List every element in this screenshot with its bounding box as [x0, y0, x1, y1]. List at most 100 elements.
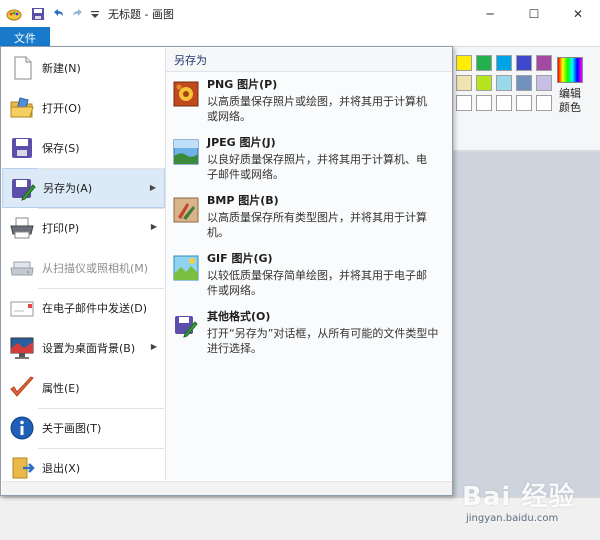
save-as-png[interactable]: PNG 图片(P) 以高质量保存照片或绘图，并将其用于计算机 或网络。 — [166, 72, 452, 130]
menu-item-save[interactable]: 保存(S) — [2, 128, 165, 168]
menu-separator — [38, 408, 164, 409]
color-palette — [456, 55, 552, 111]
menu-item-label: 打开(O) — [42, 102, 82, 115]
file-menu: 新建(N) 打开(O) 保存(S) 另存为(A) ▶ 打印(P) ▶ 从扫描仪或… — [0, 46, 453, 496]
color-swatch[interactable] — [456, 95, 472, 111]
window-controls: ─ ☐ ✕ — [468, 0, 600, 27]
menu-item-properties[interactable]: 属性(E) — [2, 368, 165, 408]
edit-colors-button[interactable]: 编辑颜色 — [556, 57, 584, 115]
color-swatch[interactable] — [496, 95, 512, 111]
save-as-gif[interactable]: GIF 图片(G) 以较低质量保存简单绘图，并将其用于电子邮 件或网络。 — [166, 246, 452, 304]
save-icon[interactable] — [30, 6, 46, 22]
baidu-jingyan-watermark: Bai 经验 jingyan.baidu.com — [462, 476, 597, 536]
color-swatch[interactable] — [516, 55, 532, 71]
redo-icon[interactable] — [70, 6, 86, 22]
option-description: 以高质量保存所有类型图片，并将其用于计算 机。 — [207, 211, 427, 239]
submenu-header: 另存为 — [166, 48, 452, 72]
desktop-background-icon — [10, 337, 34, 359]
submenu-arrow-icon: ▶ — [150, 342, 157, 351]
menu-item-label: 退出(X) — [42, 462, 81, 475]
watermark-logo: Bai 经验 — [462, 482, 576, 512]
ribbon-tabs — [0, 27, 600, 47]
menu-item-new[interactable]: 新建(N) — [2, 48, 165, 88]
bmp-image-icon — [173, 197, 199, 223]
save-as-submenu: 另存为 PNG 图片(P) 以高质量保存照片或绘图，并将其用于计算机 或网络。 … — [166, 48, 452, 480]
color-swatch[interactable] — [476, 75, 492, 91]
menu-item-label: 打印(P) — [42, 222, 80, 235]
save-disk-icon — [12, 138, 32, 158]
menu-footer — [2, 481, 452, 495]
maximize-button[interactable]: ☐ — [512, 0, 556, 27]
menu-item-set-desktop-background[interactable]: 设置为桌面背景(B) ▶ — [2, 328, 165, 368]
email-icon — [10, 301, 34, 317]
color-swatch[interactable] — [536, 55, 552, 71]
menu-item-send-email[interactable]: 在电子邮件中发送(D) — [2, 288, 165, 328]
color-swatch[interactable] — [536, 95, 552, 111]
menu-item-from-scanner[interactable]: 从扫描仪或照相机(M) — [2, 248, 165, 288]
close-button[interactable]: ✕ — [556, 0, 600, 27]
color-swatch[interactable] — [456, 55, 472, 71]
menu-separator — [38, 168, 164, 169]
option-title: BMP 图片(B) — [207, 194, 279, 207]
watermark-url: jingyan.baidu.com — [466, 513, 559, 524]
option-title: PNG 图片(P) — [207, 78, 278, 91]
png-image-icon — [173, 81, 199, 107]
open-folder-icon — [10, 97, 34, 118]
menu-item-about-paint[interactable]: 关于画图(T) — [2, 408, 165, 448]
edit-colors-label: 编辑颜色 — [559, 87, 581, 114]
save-as-icon — [12, 179, 36, 201]
color-swatch[interactable] — [536, 75, 552, 91]
menu-item-label: 从扫描仪或照相机(M) — [42, 262, 149, 275]
color-swatch[interactable] — [516, 75, 532, 91]
menu-item-print[interactable]: 打印(P) ▶ — [2, 208, 165, 248]
jpeg-image-icon — [173, 139, 199, 165]
option-description: 以较低质量保存简单绘图，并将其用于电子邮 件或网络。 — [207, 269, 427, 297]
menu-item-label: 另存为(A) — [43, 182, 93, 195]
window-title: 无标题 - 画图 — [108, 7, 174, 21]
save-as-jpeg[interactable]: JPEG 图片(J) 以良好质量保存照片，并将其用于计算机、电 子邮件或网络。 — [166, 130, 452, 188]
option-title: 其他格式(O) — [207, 310, 271, 323]
color-spectrum-icon — [557, 57, 583, 83]
color-swatch[interactable] — [516, 95, 532, 111]
menu-separator — [38, 288, 164, 289]
scanner-icon — [10, 261, 34, 276]
menu-item-label: 设置为桌面背景(B) — [42, 342, 136, 355]
other-formats-icon — [175, 316, 198, 338]
option-description: 打开“另存为”对话框，从所有可能的文件类型中 进行选择。 — [207, 327, 439, 355]
file-tab[interactable]: 文件 — [0, 27, 50, 48]
paint-app-icon — [6, 9, 22, 20]
new-document-icon — [14, 56, 32, 80]
option-description: 以良好质量保存照片，并将其用于计算机、电 子邮件或网络。 — [207, 153, 427, 181]
menu-separator — [38, 208, 164, 209]
gif-image-icon — [173, 255, 199, 281]
menu-item-label: 关于画图(T) — [42, 422, 102, 435]
file-menu-commands: 新建(N) 打开(O) 保存(S) 另存为(A) ▶ 打印(P) ▶ 从扫描仪或… — [2, 48, 165, 480]
info-icon — [10, 416, 34, 440]
option-description: 以高质量保存照片或绘图，并将其用于计算机 或网络。 — [207, 95, 427, 123]
color-swatch[interactable] — [476, 55, 492, 71]
quick-access-toolbar — [30, 6, 100, 22]
color-swatch[interactable] — [496, 75, 512, 91]
submenu-arrow-icon: ▶ — [150, 222, 157, 231]
checkmark-icon — [10, 376, 34, 397]
menu-item-label: 在电子邮件中发送(D) — [42, 302, 148, 315]
save-as-other-formats[interactable]: 其他格式(O) 打开“另存为”对话框，从所有可能的文件类型中 进行选择。 — [166, 304, 452, 362]
title-bar: 无标题 - 画图 ─ ☐ ✕ — [0, 0, 600, 27]
printer-icon — [10, 217, 34, 239]
color-swatch[interactable] — [456, 75, 472, 91]
menu-separator — [38, 448, 164, 449]
color-swatch[interactable] — [476, 95, 492, 111]
menu-item-save-as[interactable]: 另存为(A) ▶ — [2, 168, 165, 208]
undo-icon[interactable] — [50, 6, 66, 22]
minimize-button[interactable]: ─ — [468, 0, 512, 27]
exit-icon — [12, 457, 35, 479]
menu-item-open[interactable]: 打开(O) — [2, 88, 165, 128]
color-swatch[interactable] — [496, 55, 512, 71]
menu-item-label: 新建(N) — [42, 62, 81, 75]
option-title: GIF 图片(G) — [207, 252, 273, 265]
save-as-bmp[interactable]: BMP 图片(B) 以高质量保存所有类型图片，并将其用于计算 机。 — [166, 188, 452, 246]
menu-item-label: 保存(S) — [42, 142, 80, 155]
option-title: JPEG 图片(J) — [207, 136, 276, 149]
menu-item-label: 属性(E) — [42, 382, 80, 395]
customize-qat-icon[interactable] — [90, 6, 100, 22]
